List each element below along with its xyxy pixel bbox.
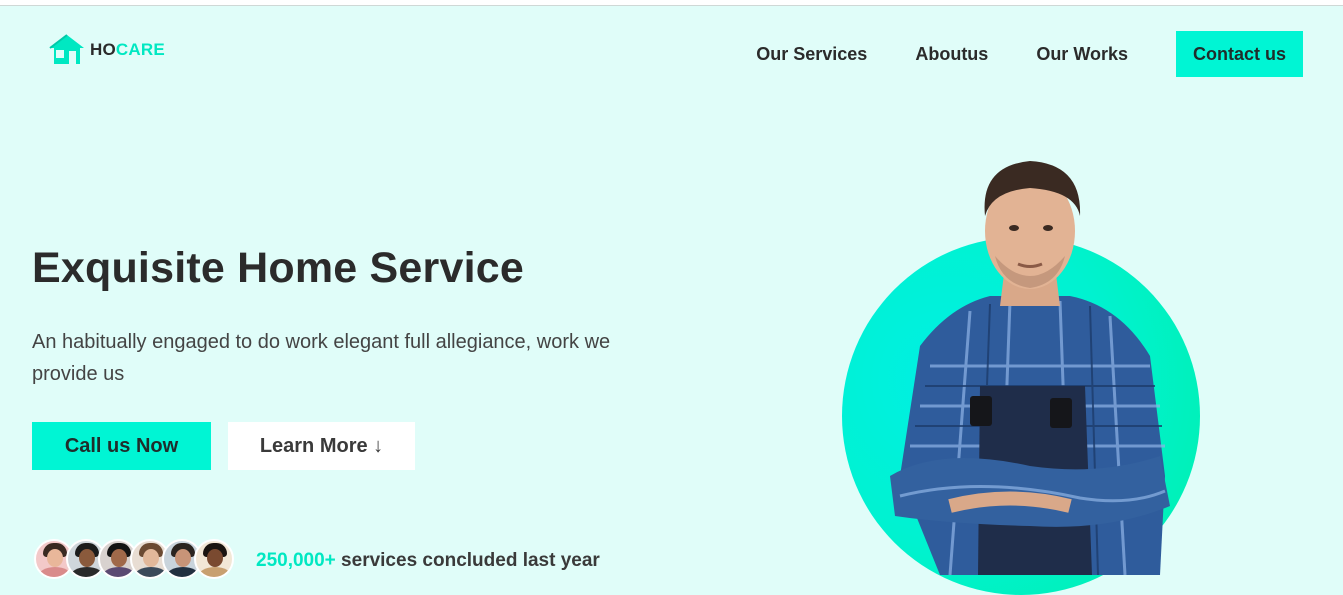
nav-our-works[interactable]: Our Works [1036, 44, 1128, 65]
call-us-now-button[interactable]: Call us Now [32, 422, 211, 470]
brand-logo[interactable]: HOCARE [48, 34, 165, 66]
hero-subtitle: An habitually engaged to do work elegant… [32, 331, 611, 385]
nav-about-us[interactable]: Aboutus [915, 44, 988, 65]
learn-more-button[interactable]: Learn More ↓ [228, 422, 415, 470]
hero-title: Exquisite Home Service [32, 244, 524, 292]
brand-name: HOCARE [90, 40, 165, 60]
nav-our-services[interactable]: Our Services [756, 44, 867, 65]
main-nav: Our Services Aboutus Our Works Contact u… [708, 31, 1303, 77]
stats-number: 250,000+ [256, 550, 336, 571]
hero-image [830, 146, 1220, 595]
services-stats: 250,000+ services concluded last year [256, 550, 600, 572]
worker-photo [890, 161, 1170, 575]
brand-prefix: HO [90, 40, 116, 59]
brand-suffix: CARE [115, 40, 165, 59]
stats-text: services concluded last year [335, 550, 600, 571]
avatar [194, 539, 234, 579]
landing-page: HOCARE Our Services Aboutus Our Works Co… [0, 6, 1343, 595]
house-icon [49, 34, 84, 64]
contact-us-button[interactable]: Contact us [1176, 31, 1303, 77]
